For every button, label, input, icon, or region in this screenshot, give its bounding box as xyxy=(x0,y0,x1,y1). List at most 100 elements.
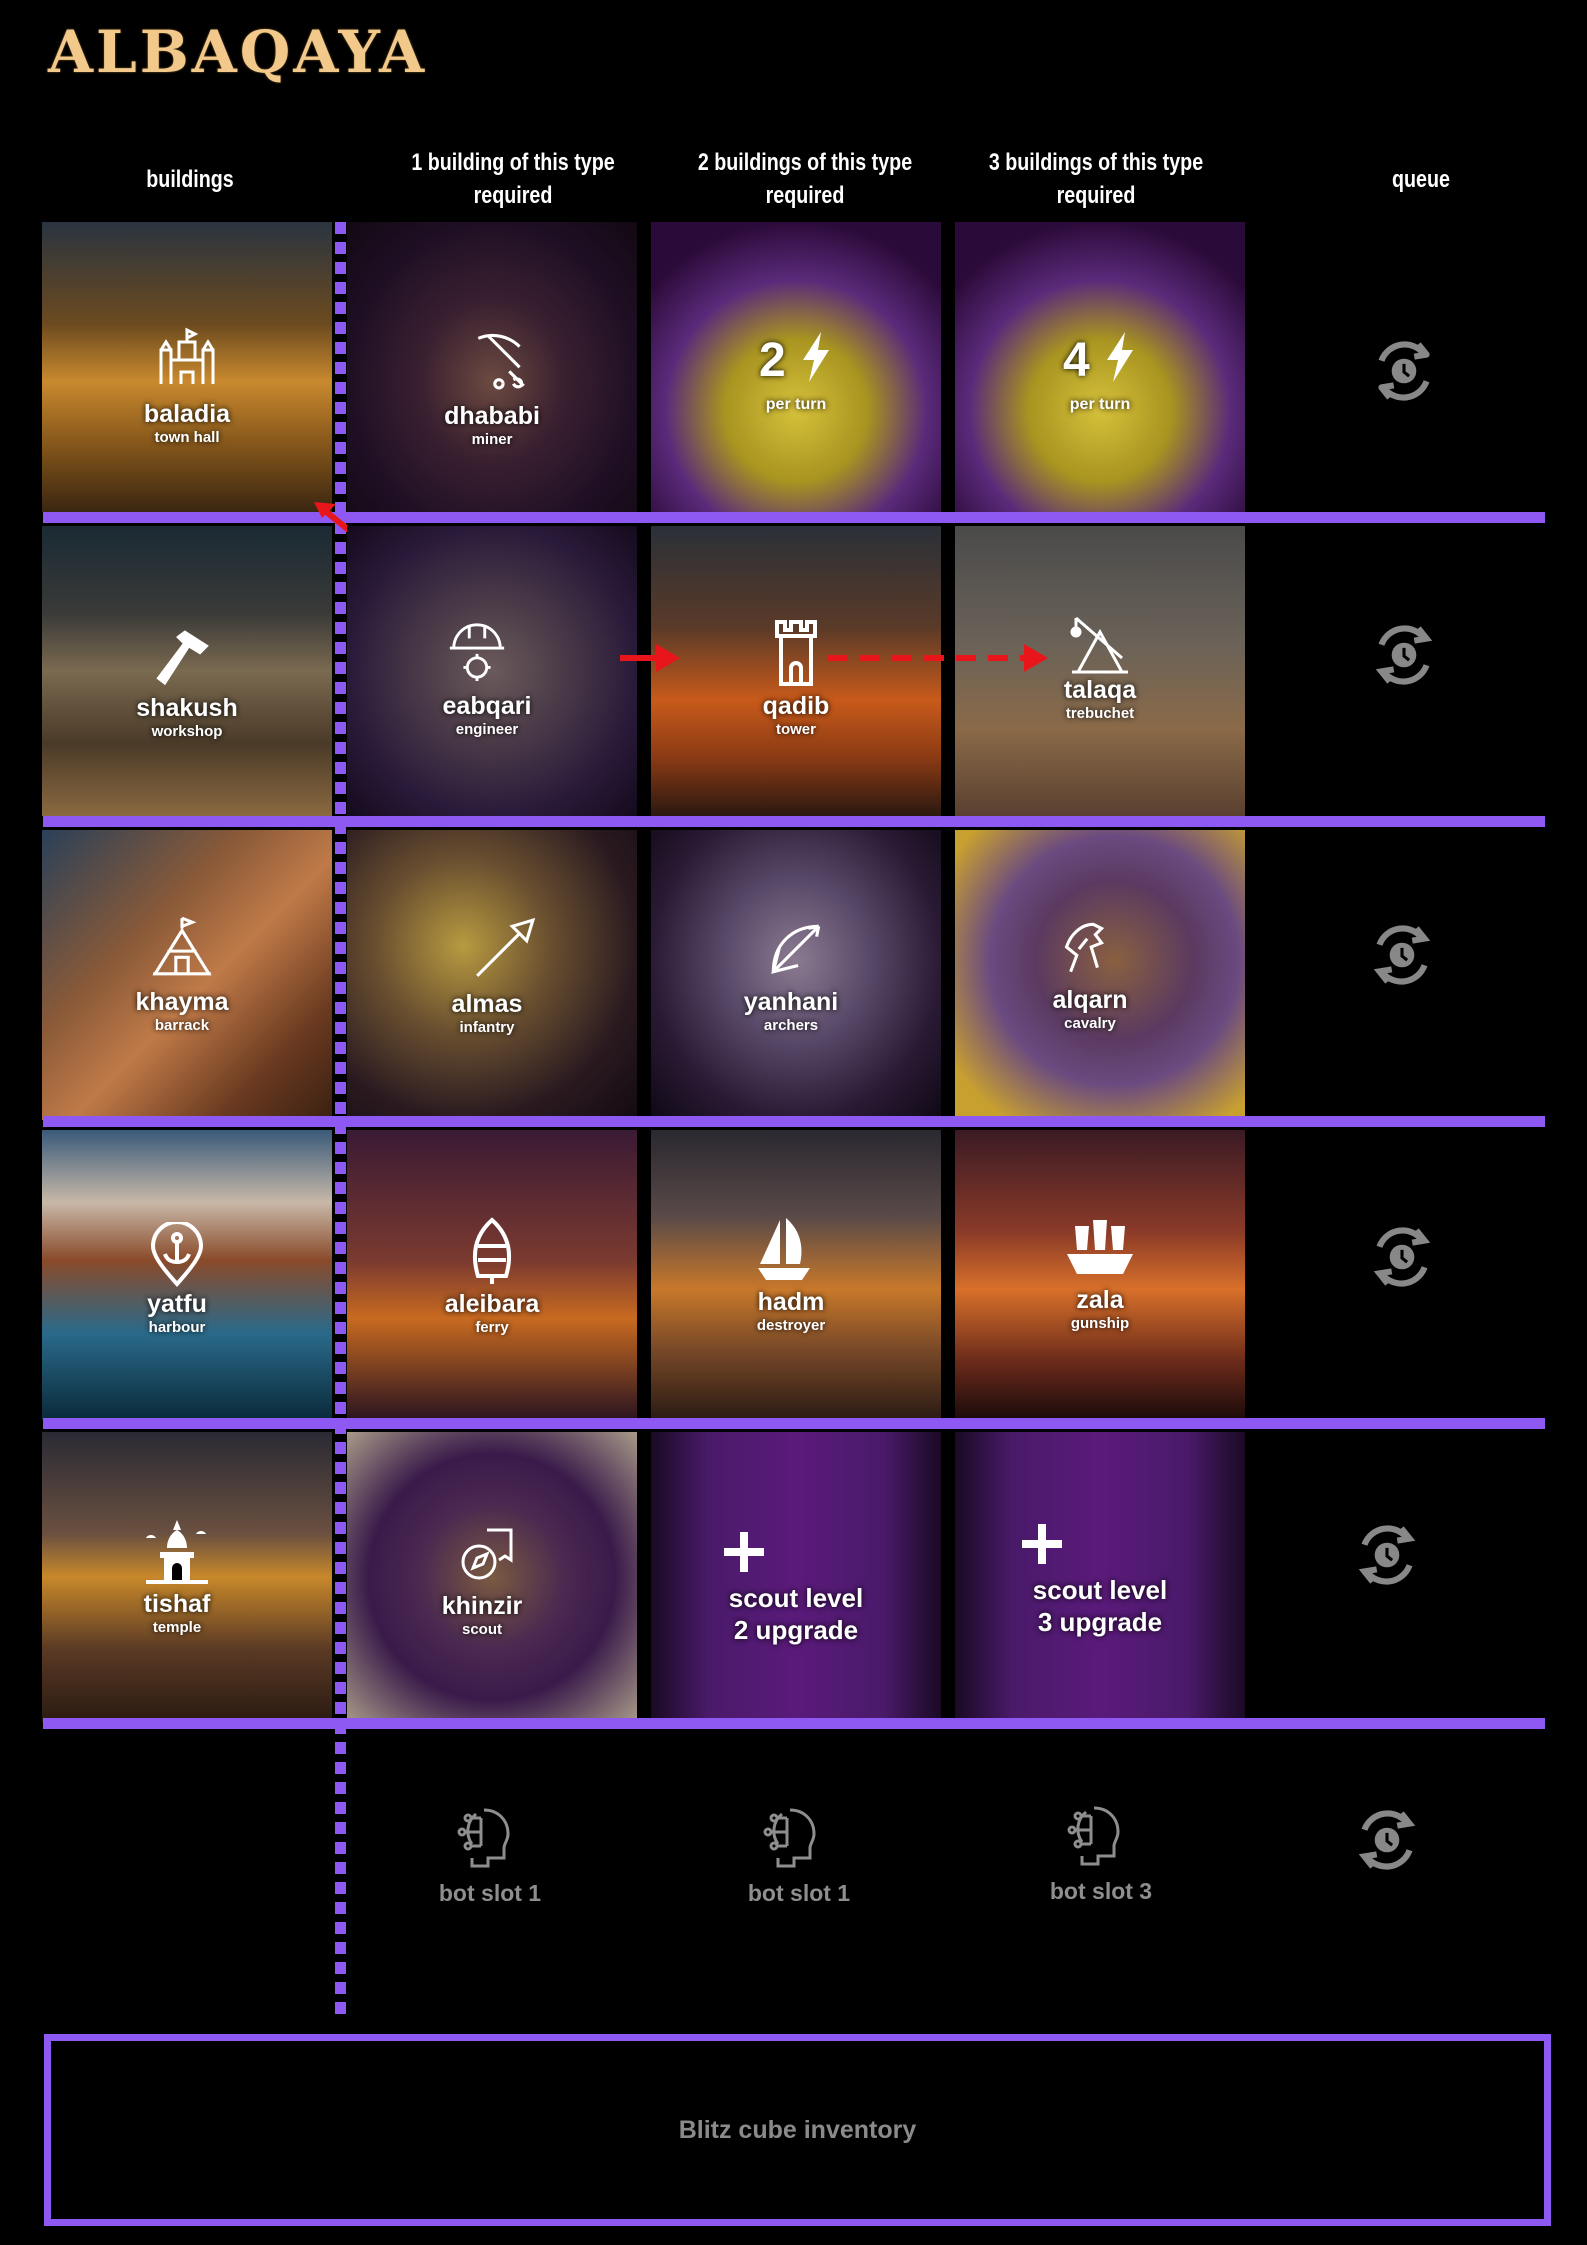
inventory-label: Blitz cube inventory xyxy=(678,2115,917,2144)
temple-icon xyxy=(146,1520,208,1584)
unit-name: eabqari xyxy=(442,692,532,720)
unit-sub: archers xyxy=(763,1017,819,1034)
building-name: khayma xyxy=(135,988,229,1016)
unit-sub: destroyer xyxy=(756,1317,826,1334)
anchor-pin-icon xyxy=(150,1222,204,1287)
connector-arrow-solid xyxy=(620,644,680,672)
unit-sub: scout xyxy=(461,1621,502,1638)
unit-sub: gunship xyxy=(1070,1315,1130,1332)
bot-head-icon xyxy=(457,1808,510,1868)
header-2-buildings: 2 buildings of this type required xyxy=(697,149,913,209)
unit-name: zala xyxy=(1076,1286,1124,1314)
hammer-icon xyxy=(156,630,209,686)
engineer-helmet-icon xyxy=(449,623,505,682)
queue-refresh-icon[interactable] xyxy=(1361,914,1443,996)
upgrade-line2: 3 upgrade xyxy=(1037,1607,1163,1637)
bot-slot-label[interactable]: bot slot 3 xyxy=(1001,1878,1201,1905)
upgrade-line1: scout level xyxy=(728,1583,864,1613)
unit-name: almas xyxy=(451,990,523,1018)
boat-icon xyxy=(472,1217,512,1284)
queue-refresh-icon[interactable] xyxy=(1346,1799,1428,1881)
unit-name: aleibara xyxy=(444,1290,540,1318)
blitz-cube-inventory[interactable]: Blitz cube inventory xyxy=(44,2034,1551,2226)
trebuchet-icon xyxy=(1070,616,1128,674)
building-name: yatfu xyxy=(147,1290,207,1318)
unit-name: hadm xyxy=(757,1288,825,1316)
unit-name: khinzir xyxy=(441,1592,523,1620)
unit-name: dhababi xyxy=(444,402,540,430)
upgrade-tile-scout-3[interactable]: scout level 3 upgrade xyxy=(955,1432,1245,1722)
income-sub: per turn xyxy=(765,396,827,413)
income-tile-2[interactable]: 2 per turn xyxy=(651,222,941,512)
queue-refresh-icon[interactable] xyxy=(1361,1216,1443,1298)
unit-tile-dhababi[interactable]: dhababi miner xyxy=(347,222,637,512)
bot-head-icon xyxy=(1067,1806,1120,1866)
building-tile-yatfu[interactable]: yatfu harbour xyxy=(42,1130,332,1420)
unit-name: qadib xyxy=(762,692,830,720)
row-divider xyxy=(43,816,1545,827)
upgrade-tile-scout-2[interactable]: scout level 2 upgrade xyxy=(651,1432,941,1722)
lightning-icon xyxy=(1107,332,1134,382)
unit-name: talaqa xyxy=(1063,676,1137,704)
income-sub: per turn xyxy=(1069,396,1131,413)
bot-slot-label[interactable]: bot slot 1 xyxy=(390,1880,590,1907)
row-divider xyxy=(43,1418,1545,1429)
unit-sub: engineer xyxy=(455,721,519,738)
queue-refresh-icon[interactable] xyxy=(1363,614,1445,696)
unit-sub: infantry xyxy=(459,1019,515,1036)
plus-icon xyxy=(1022,1524,1062,1564)
row-divider xyxy=(43,1116,1545,1127)
galleon-icon xyxy=(1067,1220,1133,1274)
sailboat-icon xyxy=(758,1218,811,1280)
income-value: 2 xyxy=(758,334,786,387)
connector-arrow-dashed xyxy=(828,644,1048,672)
unit-tile-yanhani[interactable]: yanhani archers xyxy=(651,830,941,1120)
queue-refresh-icon[interactable] xyxy=(1363,330,1445,412)
building-sub: workshop xyxy=(151,723,223,740)
unit-tile-aleibara[interactable]: aleibara ferry xyxy=(347,1130,637,1420)
unit-tile-zala[interactable]: zala gunship xyxy=(955,1130,1245,1420)
horse-icon xyxy=(1064,922,1104,973)
unit-name: alqarn xyxy=(1052,986,1128,1014)
unit-tile-alqarn[interactable]: alqarn cavalry xyxy=(955,830,1245,1120)
unit-sub: miner xyxy=(471,431,513,448)
compass-map-icon xyxy=(461,1528,513,1580)
plus-icon xyxy=(723,1532,764,1572)
income-tile-4[interactable]: 4 per turn xyxy=(955,222,1245,512)
building-name: shakush xyxy=(136,694,238,722)
queue-refresh-icon[interactable] xyxy=(1346,1514,1428,1596)
upgrade-line2: 2 upgrade xyxy=(733,1615,859,1645)
header-3-buildings: 3 buildings of this type required xyxy=(988,149,1204,209)
building-sub: town hall xyxy=(154,429,220,446)
building-sub: harbour xyxy=(148,1319,206,1336)
building-sub: temple xyxy=(152,1619,202,1636)
bot-head-icon xyxy=(763,1808,816,1868)
building-tile-shakush[interactable]: shakush workshop xyxy=(42,526,332,816)
unit-sub: trebuchet xyxy=(1065,705,1135,722)
header-1-building: 1 building of this type required xyxy=(411,149,615,209)
lightning-icon xyxy=(803,332,830,382)
tent-icon xyxy=(152,916,212,976)
building-name: tishaf xyxy=(143,1590,211,1618)
unit-tile-khinzir[interactable]: khinzir scout xyxy=(347,1432,637,1722)
unit-tile-almas[interactable]: almas infantry xyxy=(347,830,637,1120)
castle-icon xyxy=(159,327,215,384)
tower-icon xyxy=(775,620,817,686)
unit-sub: cavalry xyxy=(1064,1015,1116,1032)
unit-name: yanhani xyxy=(743,988,839,1016)
building-tile-baladia[interactable]: baladia town hall xyxy=(42,222,332,512)
row-divider xyxy=(43,1718,1545,1729)
income-value: 4 xyxy=(1062,334,1090,387)
building-sub: barrack xyxy=(154,1017,210,1034)
header-queue: queue xyxy=(1392,166,1450,193)
bot-slot-label[interactable]: bot slot 1 xyxy=(699,1880,899,1907)
row-divider xyxy=(43,512,1545,523)
building-tile-khayma[interactable]: khayma barrack xyxy=(42,830,332,1120)
bow-icon xyxy=(771,924,821,974)
unit-tile-eabqari[interactable]: eabqari engineer xyxy=(347,526,637,816)
unit-tile-hadm[interactable]: hadm destroyer xyxy=(651,1130,941,1420)
unit-sub: tower xyxy=(775,721,816,738)
spear-icon xyxy=(475,917,535,977)
building-tile-tishaf[interactable]: tishaf temple xyxy=(42,1432,332,1722)
pickaxe-icon xyxy=(477,334,525,390)
